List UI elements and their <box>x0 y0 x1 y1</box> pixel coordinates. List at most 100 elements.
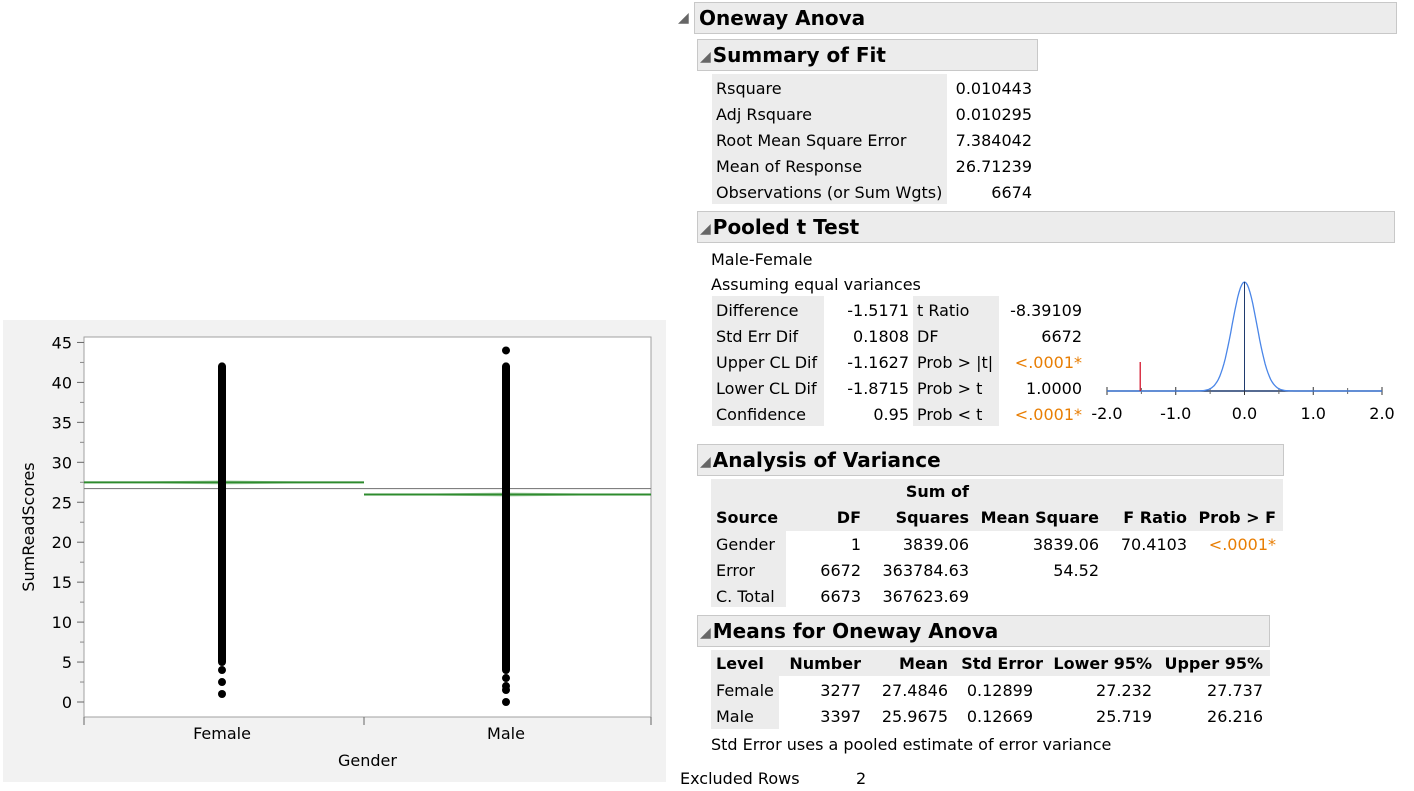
ttest-right-value: <.0001* <box>1014 405 1082 424</box>
excluded-rows-value: 2 <box>856 769 867 788</box>
summary-value: 0.010443 <box>955 79 1032 98</box>
ttest-right-label: Prob > t <box>917 379 983 398</box>
summary-label: Adj Rsquare <box>716 105 812 124</box>
y-tick-label: 40 <box>52 373 72 392</box>
y-tick-label: 0 <box>62 693 72 712</box>
collapse-triangle-icon[interactable]: ◢ <box>700 618 711 648</box>
anova-col-header: F Ratio <box>1123 508 1187 527</box>
means-col-header: Level <box>716 654 764 673</box>
means-level: Male <box>716 707 754 726</box>
data-point <box>218 666 226 675</box>
y-tick-label: 20 <box>52 533 72 552</box>
summary-label: Observations (or Sum Wgts) <box>716 183 943 202</box>
excluded-rows-label: Excluded Rows <box>680 769 800 788</box>
ttest-left-value: -1.8715 <box>847 379 909 398</box>
data-point-column <box>502 362 510 675</box>
collapse-triangle-icon[interactable]: ◢ <box>700 214 711 244</box>
ttest-right-value: 1.0000 <box>1026 379 1082 398</box>
axis-tick-label: 1.0 <box>1301 404 1326 423</box>
ttest-right-label: Prob < t <box>917 405 983 424</box>
anova-col-header: Mean Square <box>980 508 1099 527</box>
axis-tick-label: -2.0 <box>1091 404 1122 423</box>
anova-ss: 367623.69 <box>882 587 969 606</box>
summary-label: Mean of Response <box>716 157 863 176</box>
ttest-left-label: Std Err Dif <box>716 327 799 346</box>
anova-source: C. Total <box>716 587 775 606</box>
axis-tick-label: -1.0 <box>1160 404 1191 423</box>
anova-col-header: Source <box>716 508 779 527</box>
means-lo: 25.719 <box>1096 707 1152 726</box>
means-level: Female <box>716 681 774 700</box>
anova-ss: 3839.06 <box>902 535 969 554</box>
ttest-comparison: Male-Female <box>711 250 813 269</box>
ttest-left-value: 0.1808 <box>853 327 909 346</box>
means-se: 0.12669 <box>966 707 1033 726</box>
means-mean: 27.4846 <box>881 681 948 700</box>
means-header[interactable]: ◢ Means for Oneway Anova <box>697 615 1270 647</box>
data-point <box>502 674 510 683</box>
anova-title: Analysis of Variance <box>712 448 941 472</box>
anova-df: 6673 <box>820 587 861 606</box>
means-title: Means for Oneway Anova <box>712 619 999 643</box>
anova-source: Gender <box>716 535 775 554</box>
y-tick-label: 10 <box>52 613 72 632</box>
axis-tick-label: 2.0 <box>1369 404 1394 423</box>
y-tick-label: 30 <box>52 453 72 472</box>
means-col-header: Number <box>789 654 861 673</box>
ttest-right-label: t Ratio <box>917 301 970 320</box>
means-lo: 27.232 <box>1096 681 1152 700</box>
anova-ms: 54.52 <box>1053 561 1099 580</box>
summary-of-fit-title: Summary of Fit <box>712 43 886 67</box>
means-hi: 27.737 <box>1207 681 1263 700</box>
data-point <box>502 346 510 355</box>
summary-of-fit-header[interactable]: ◢ Summary of Fit <box>697 39 1038 71</box>
y-axis-label: SumReadScores <box>19 462 38 591</box>
y-tick-label: 25 <box>52 493 72 512</box>
data-point <box>218 690 226 699</box>
x-tick-label: Female <box>193 724 251 743</box>
means-hi: 26.216 <box>1207 707 1263 726</box>
ttest-left-value: 0.95 <box>873 405 909 424</box>
means-col-header: Upper 95% <box>1164 654 1263 673</box>
data-point <box>502 698 510 706</box>
ttest-left-label: Difference <box>716 301 799 320</box>
anova-df: 1 <box>850 535 861 554</box>
means-mean: 25.9675 <box>881 707 948 726</box>
anova-col-header: DF <box>836 508 861 527</box>
collapse-triangle-icon[interactable]: ◢ <box>700 42 711 72</box>
anova-ss: 363784.63 <box>882 561 969 580</box>
anova-col-header: Sum of <box>905 482 969 501</box>
summary-label: Root Mean Square Error <box>716 131 907 150</box>
anova-col-header: Prob > F <box>1198 508 1276 527</box>
data-point <box>218 678 226 687</box>
anova-p: <.0001* <box>1208 535 1276 554</box>
pooled-t-test-header[interactable]: ◢ Pooled t Test <box>697 211 1395 243</box>
anova-ms: 3839.06 <box>1032 535 1099 554</box>
means-number: 3397 <box>820 707 861 726</box>
t-distribution-plot: -2.0 -1.0 0.0 1.0 2.0 <box>1091 281 1395 423</box>
anova-col-header: Squares <box>895 508 969 527</box>
summary-value: 26.71239 <box>955 157 1032 176</box>
means-col-header: Lower 95% <box>1053 654 1152 673</box>
anova-header[interactable]: ◢ Analysis of Variance <box>697 444 1284 476</box>
collapse-triangle-icon[interactable]: ◢ <box>678 10 689 26</box>
x-axis-label: Gender <box>338 751 397 770</box>
data-point-column <box>218 362 226 667</box>
ttest-assumption: Assuming equal variances <box>711 275 921 294</box>
means-col-header: Std Error <box>961 654 1043 673</box>
pooled-t-test-title: Pooled t Test <box>712 215 860 239</box>
oneway-anova-header[interactable]: Oneway Anova <box>694 2 1397 34</box>
means-number: 3277 <box>820 681 861 700</box>
ttest-right-value: -8.39109 <box>1010 301 1082 320</box>
collapse-triangle-icon[interactable]: ◢ <box>700 447 711 477</box>
plot-frame <box>83 336 652 718</box>
means-note: Std Error uses a pooled estimate of erro… <box>711 735 1112 754</box>
anova-f: 70.4103 <box>1120 535 1187 554</box>
y-tick-label: 15 <box>52 573 72 592</box>
summary-value: 6674 <box>991 183 1032 202</box>
x-tick-label: Male <box>487 724 525 743</box>
y-tick-label: 35 <box>52 413 72 432</box>
means-col-header: Mean <box>899 654 948 673</box>
oneway-plot: 0 5 10 15 20 25 30 35 40 45 Female Male Gender SumRea… <box>19 333 652 770</box>
anova-df: 6672 <box>820 561 861 580</box>
